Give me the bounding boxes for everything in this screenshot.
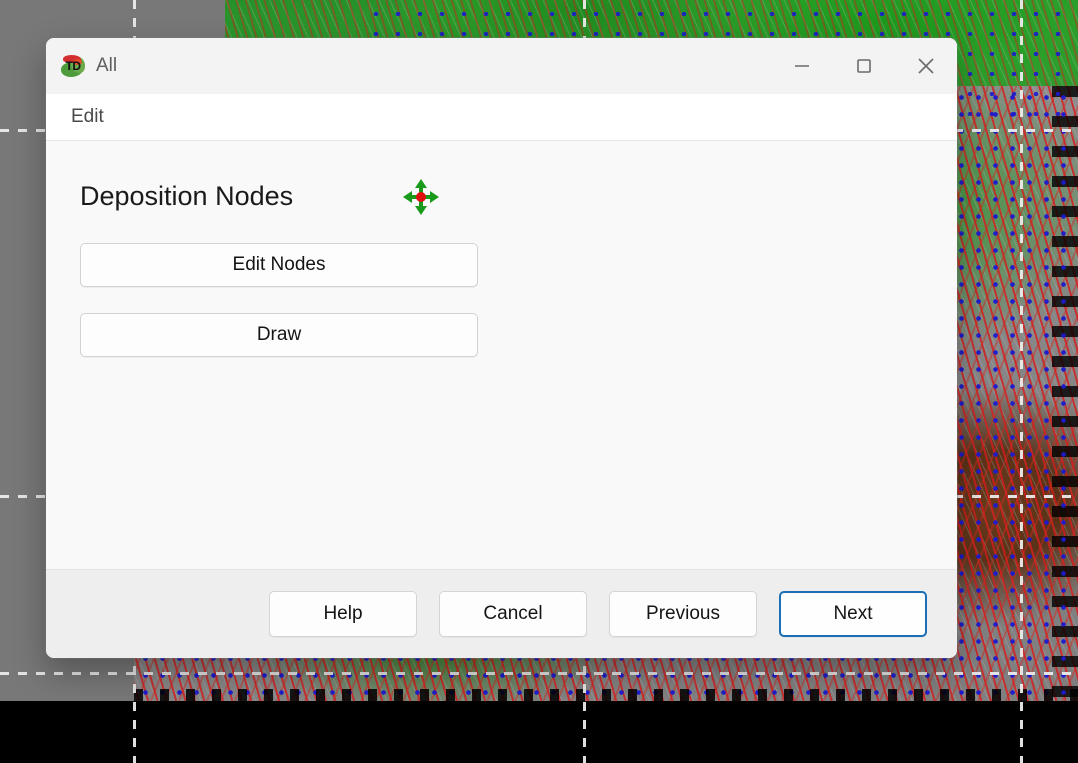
app-logo-icon: TD xyxy=(60,53,86,79)
previous-button[interactable]: Previous xyxy=(609,591,757,637)
edit-nodes-button[interactable]: Edit Nodes xyxy=(80,243,478,287)
cancel-button[interactable]: Cancel xyxy=(439,591,587,637)
screen: TD All Edit Deposition Nodes Edit Nodes … xyxy=(0,0,1078,763)
help-button[interactable]: Help xyxy=(269,591,417,637)
deposition-nodes-dialog: TD All Edit Deposition Nodes Edit Nodes … xyxy=(46,38,957,658)
dialog-body: Deposition Nodes Edit Nodes Draw xyxy=(46,141,957,569)
page-title: Deposition Nodes xyxy=(80,181,294,212)
menu-bar: Edit xyxy=(46,94,957,141)
guide-line-horizontal-bottom xyxy=(0,672,1078,675)
logo-initials: TD xyxy=(65,59,82,73)
minimize-icon[interactable] xyxy=(771,38,833,94)
menu-item-edit[interactable]: Edit xyxy=(62,103,113,131)
window-controls xyxy=(771,38,957,94)
dialog-footer: Help Cancel Previous Next xyxy=(46,569,957,658)
draw-button[interactable]: Draw xyxy=(80,313,478,357)
next-button[interactable]: Next xyxy=(779,591,927,637)
move-node-icon xyxy=(403,179,440,215)
viewport-void-area xyxy=(0,701,1078,763)
close-icon[interactable] xyxy=(895,38,957,94)
title-bar[interactable]: TD All xyxy=(46,38,957,94)
window-title: All xyxy=(96,55,118,76)
guide-line-vertical-right xyxy=(1020,0,1023,763)
section-header: Deposition Nodes xyxy=(80,177,923,217)
maximize-icon[interactable] xyxy=(833,38,895,94)
